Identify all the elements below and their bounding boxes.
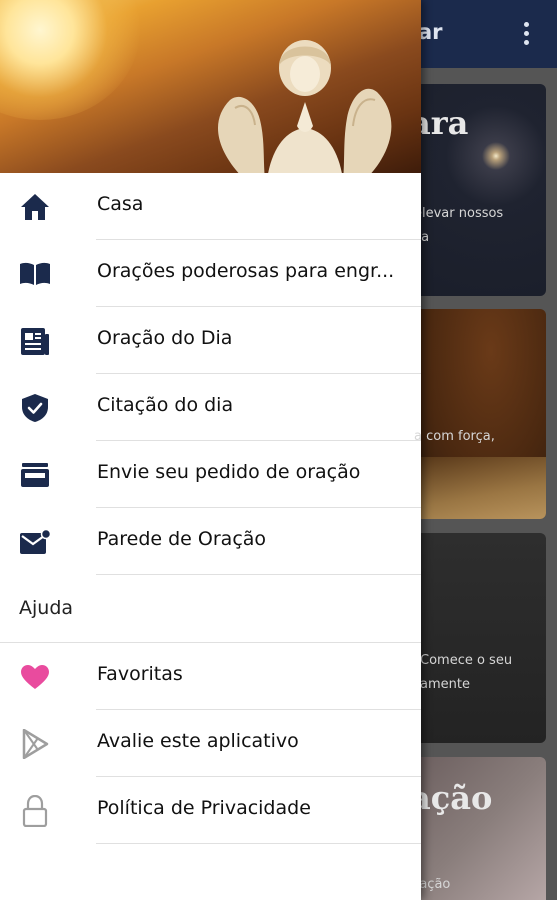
menu-item-label: Casa — [97, 193, 144, 215]
menu-item-label: Favoritas — [97, 663, 183, 685]
divider — [96, 574, 421, 575]
prayer-card[interactable]: Comece o seu amente — [408, 533, 546, 743]
menu-item-send-prayer-request[interactable]: Envie seu pedido de oração — [0, 441, 421, 508]
divider — [96, 843, 421, 844]
prayer-card[interactable]: ara elevar nossos ça — [408, 84, 546, 296]
menu-item-quote-of-the-day[interactable]: Citação do dia — [0, 374, 421, 441]
mail-notification-icon — [19, 526, 51, 558]
menu-item-label: Parede de Oração — [97, 528, 267, 550]
menu-item-favorites[interactable]: Favoritas — [0, 643, 421, 710]
card-text: a com força, — [414, 429, 495, 444]
inbox-icon — [19, 459, 51, 491]
menu-item-rate-app[interactable]: Avalie este aplicativo — [0, 710, 421, 777]
heart-icon — [19, 661, 51, 693]
overflow-menu-icon[interactable] — [518, 20, 534, 48]
menu-item-label: Política de Privacidade — [97, 797, 311, 819]
app-bar-title: ar — [418, 20, 443, 44]
section-title: Ajuda — [19, 597, 74, 619]
card-text: Comece o seu — [420, 653, 513, 668]
card-text: elevar nossos — [414, 206, 504, 221]
menu-item-prayer-of-the-day[interactable]: Oração do Dia — [0, 307, 421, 374]
angel-statue-image — [218, 40, 392, 173]
book-icon — [19, 258, 51, 290]
menu-item-label: Envie seu pedido de oração — [97, 461, 361, 483]
home-icon — [19, 191, 51, 223]
prayer-card[interactable]: ação ração — [408, 757, 546, 900]
shield-check-icon — [19, 392, 51, 424]
prayer-card[interactable]: a com força, — [408, 309, 546, 519]
menu-item-powerful-prayers[interactable]: Orações poderosas para engr... — [0, 240, 421, 307]
card-text: amente — [420, 677, 470, 692]
menu-item-label: Oração do Dia — [97, 327, 233, 349]
navigation-drawer: Casa Orações poderosas para engr... Oraç… — [0, 0, 421, 900]
lock-icon — [19, 795, 51, 827]
drawer-header-image — [0, 0, 421, 173]
menu-item-home[interactable]: Casa — [0, 173, 421, 240]
menu-item-label: Avalie este aplicativo — [97, 730, 299, 752]
menu-item-label: Orações poderosas para engr... — [97, 260, 395, 282]
help-section-header: Ajuda — [0, 576, 421, 643]
menu-item-prayer-wall[interactable]: Parede de Oração — [0, 508, 421, 575]
play-store-icon — [19, 728, 51, 760]
menu-item-privacy-policy[interactable]: Política de Privacidade — [0, 777, 421, 844]
menu-item-label: Citação do dia — [97, 394, 234, 416]
card-title: ação — [410, 779, 493, 817]
newspaper-icon — [19, 325, 51, 357]
